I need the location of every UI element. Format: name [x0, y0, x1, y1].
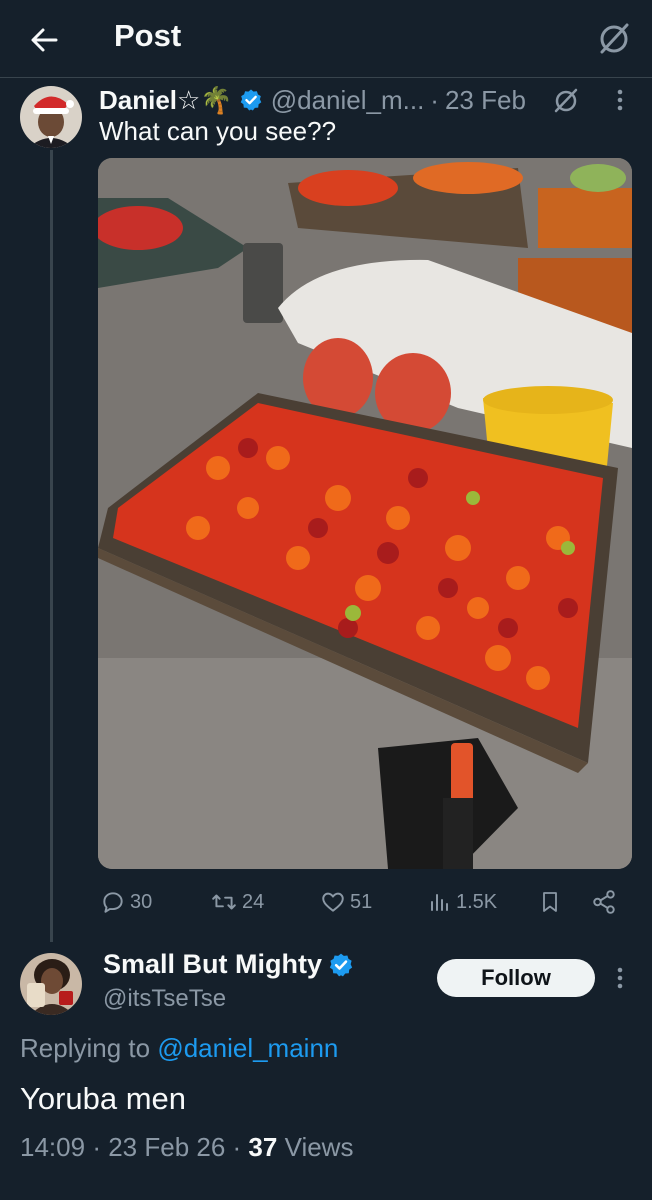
more-options-icon[interactable]	[610, 964, 630, 992]
views-chart-icon	[431, 894, 448, 911]
reply-author-avatar[interactable]	[20, 953, 82, 1015]
reply-meta: 14:09 · 23 Feb 26 · 37 Views	[20, 1132, 354, 1162]
verified-badge-icon	[329, 953, 353, 976]
views-action[interactable]: 1.5K	[428, 884, 497, 920]
author-name[interactable]: Daniel☆🌴	[99, 85, 233, 116]
reply-author-line: Small But Mighty	[103, 949, 362, 980]
page-title: Post	[114, 18, 182, 53]
verified-badge-icon	[240, 89, 262, 111]
replying-to: Replying to @daniel_mainn	[20, 1033, 338, 1064]
repost-icon	[212, 894, 236, 910]
post-header: Daniel☆🌴 @daniel_m... · 23 Feb	[99, 82, 526, 118]
author-handle[interactable]: @daniel_m...	[271, 85, 425, 116]
like-count: 51	[350, 890, 373, 913]
share-icon[interactable]	[591, 889, 617, 915]
post-actions: 30 24 51 1.5K	[98, 884, 632, 920]
heart-icon	[322, 892, 344, 912]
post-text: What can you see??	[99, 116, 337, 146]
grok-icon[interactable]	[596, 20, 632, 56]
author-avatar[interactable]	[20, 86, 82, 148]
replying-prefix: Replying to	[20, 1033, 151, 1063]
follow-button[interactable]: Follow	[437, 959, 595, 997]
thread-line	[50, 150, 53, 942]
reply-text: Yoruba men	[20, 1081, 187, 1116]
reply-count: 30	[130, 890, 153, 913]
bookmark-icon[interactable]	[538, 889, 562, 915]
top-bar: Post	[0, 0, 652, 78]
reply-action[interactable]: 30	[100, 884, 152, 920]
more-options-icon[interactable]	[610, 86, 630, 114]
replying-handle-link[interactable]: @daniel_mainn	[157, 1033, 338, 1063]
dot-separator: ·	[430, 84, 439, 115]
views-count: 1.5K	[456, 890, 498, 913]
reply-author-name[interactable]: Small But Mighty	[103, 949, 322, 980]
repost-count: 24	[242, 890, 265, 913]
market-photo-icon	[98, 158, 632, 869]
reply-icon	[103, 892, 123, 913]
grok-icon[interactable]	[552, 86, 580, 114]
repost-action[interactable]: 24	[210, 884, 264, 920]
back-arrow-icon[interactable]	[26, 22, 62, 58]
post-date[interactable]: 23 Feb	[445, 85, 526, 116]
reply-views-count: 37	[248, 1132, 278, 1162]
like-action[interactable]: 51	[320, 884, 372, 920]
reply-author-handle[interactable]: @itsTseTse	[103, 985, 226, 1013]
reply-views-label: Views	[284, 1132, 354, 1162]
post-image[interactable]	[98, 158, 632, 869]
reply-time: 14:09	[20, 1132, 86, 1162]
reply-date: 23 Feb 26	[108, 1132, 226, 1162]
